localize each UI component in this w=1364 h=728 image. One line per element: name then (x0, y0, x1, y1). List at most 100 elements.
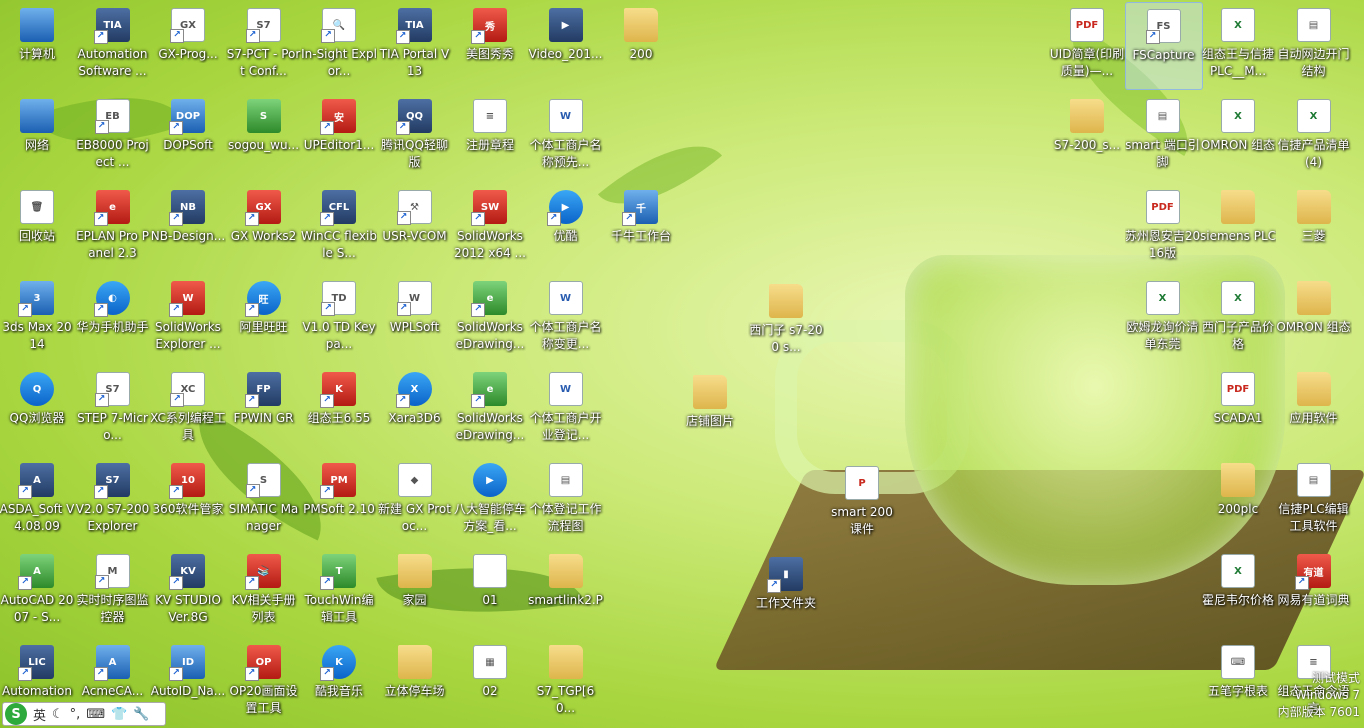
desktop-icon[interactable]: X 霍尼韦尔价格 (1200, 548, 1276, 634)
desktop-icon[interactable]: ◆ 新建 GX Protoc... (377, 457, 453, 543)
desktop-icon[interactable]: XC ↗ XC系列编程工具 (150, 366, 226, 452)
desktop-icon[interactable]: T ↗ TouchWin编辑工具 (301, 548, 377, 634)
desktop-icon[interactable]: M ↗ 实时时序图监控器 (75, 548, 151, 634)
desktop-icon[interactable]: Q QQ浏览器 (0, 366, 75, 452)
desktop-icon[interactable]: ◐ ↗ 华为手机助手 (75, 275, 151, 361)
desktop-icon[interactable]: K ↗ 组态王6.55 (301, 366, 377, 452)
desktop-icon[interactable]: X 信捷产品清单(4) (1276, 93, 1352, 179)
desktop-icon[interactable]: 网络 (0, 93, 75, 179)
desktop-icon[interactable]: CFL ↗ WinCC flexible S... (301, 184, 377, 270)
desktop-icon[interactable]: NB ↗ NB-Design... (150, 184, 226, 270)
desktop-icon[interactable]: PDF UID简章(印刷质量)—... (1049, 2, 1125, 88)
desktop-icon[interactable]: QQ ↗ 腾讯QQ轻聊版 (377, 93, 453, 179)
desktop-icon[interactable]: SW ↗ SolidWorks 2012 x64 ... (452, 184, 528, 270)
desktop-icon[interactable]: W ↗ WPLSoft (377, 275, 453, 361)
desktop-icon[interactable]: OP ↗ OP20画面设置工具 (226, 639, 302, 725)
desktop-icon[interactable]: OMRON 组态 (1276, 275, 1352, 361)
desktop-icon[interactable]: 3 ↗ 3ds Max 2014 (0, 275, 75, 361)
desktop-icon[interactable]: S7-200_s... (1049, 93, 1125, 179)
desktop-icon[interactable]: S7_TGP[60... (528, 639, 604, 725)
desktop-icon[interactable]: 旺 ↗ 阿里旺旺 (226, 275, 302, 361)
desktop-icon[interactable]: W 个体工商户名称变更... (528, 275, 604, 361)
desktop-icon[interactable]: e ↗ SolidWorks eDrawing... (452, 366, 528, 452)
desktop-icon[interactable]: 200plc (1200, 457, 1276, 543)
shortcut-arrow-icon: ↗ (395, 30, 410, 44)
ime-toolbar[interactable]: S 英 ☾ °, ⌨ 👕 🔧 (2, 702, 166, 726)
desktop-icon[interactable]: ⚒ ↗ USR-VCOM (377, 184, 453, 270)
ime-keyboard-icon[interactable]: ⌨ (86, 707, 105, 722)
desktop-icon[interactable]: ⌨ 五笔字根表 (1200, 639, 1276, 725)
desktop-icon[interactable]: Ssogou_wu... (226, 93, 302, 179)
desktop-icon[interactable]: EB ↗ EB8000 Project ... (75, 93, 151, 179)
desktop-icon[interactable]: 🔍 ↗ In-Sight Explor... (301, 2, 377, 88)
desktop-icon[interactable]: S7 ↗ STEP 7-Micro... (75, 366, 151, 452)
desktop-icon[interactable]: 10 ↗ 360软件管家 (150, 457, 226, 543)
desktop-icon[interactable]: ▶ ↗ 优酷 (528, 184, 604, 270)
ime-punctuation-icon[interactable]: °, (70, 707, 81, 722)
desktop-icon[interactable]: PDF SCADA1 (1200, 366, 1276, 452)
desktop-icon[interactable]: 三菱 (1276, 184, 1352, 270)
sogou-ime-icon[interactable]: S (5, 703, 27, 725)
desktop-icon[interactable]: ▶ 八大智能停车方案_看... (452, 457, 528, 543)
desktop-icon[interactable]: e ↗ SolidWorks eDrawing... (452, 275, 528, 361)
desktop-icon[interactable]: S ↗ SIMATIC Manager (226, 457, 302, 543)
desktop-icon[interactable]: GX ↗ GX Works2 (226, 184, 302, 270)
desktop-icon[interactable]: 计算机 (0, 2, 75, 88)
desktop-icon[interactable]: smartlink2.P (528, 548, 604, 634)
desktop-icon[interactable]: ▤ 个体登记工作流程图 (528, 457, 604, 543)
desktop-icon[interactable]: Psmart 200 课件 (824, 460, 900, 546)
desktop-icon[interactable]: 家园 (377, 548, 453, 634)
desktop-icon-label: smart 端口引脚 (1125, 138, 1200, 169)
desktop-icon[interactable]: X OMRON 组态 (1200, 93, 1276, 179)
desktop-icon[interactable]: 秀 ↗ 美图秀秀 (452, 2, 528, 88)
desktop-icon[interactable]: 立体停车场 (377, 639, 453, 725)
desktop-icon[interactable]: 安 ↗ UPEditor1... (301, 93, 377, 179)
desktop-icon[interactable]: 千 ↗ 千牛工作台 (603, 184, 679, 270)
desktop-icon-label: 信捷产品清单(4) (1277, 138, 1350, 169)
desktop-icon[interactable]: TIA ↗ Automation Software ... (75, 2, 151, 88)
desktop-icon[interactable]: 有道 ↗ 网易有道词典 (1276, 548, 1352, 634)
desktop-icon[interactable]: ▶ Video_201... (528, 2, 604, 88)
desktop-icon[interactable]: W 个体工商户开业登记... (528, 366, 604, 452)
desktop-icon[interactable]: W ↗ SolidWorks Explorer ... (150, 275, 226, 361)
desktop-icon[interactable]: S7 ↗ V2.0 S7-200 Explorer (75, 457, 151, 543)
desktop-icon[interactable]: X 组态王与信捷PLC__M... (1200, 2, 1276, 88)
desktop-icon[interactable]: 📚 ↗ KV相关手册列表 (226, 548, 302, 634)
desktop-icon[interactable]: X 西门子产品价格 (1200, 275, 1276, 361)
desktop-icon[interactable]: W 个体工商户名称预先... (528, 93, 604, 179)
ime-moon-icon[interactable]: ☾ (52, 707, 64, 722)
desktop-icon[interactable]: FS ↗ FSCapture (1124, 2, 1203, 90)
desktop-icon[interactable]: GX ↗ GX-Prog... (150, 2, 226, 88)
desktop-icon[interactable]: PDF 苏州恩安吉2016版 (1125, 184, 1201, 270)
desktop-icon[interactable]: DOP ↗ DOPSoft (150, 93, 226, 179)
desktop-icon[interactable]: 🗑 回收站 (0, 184, 75, 270)
desktop-icon[interactable]: e ↗ EPLAN Pro Panel 2.3 (75, 184, 151, 270)
desktop-icon[interactable]: A ↗ AutoCAD 2007 - S... (0, 548, 75, 634)
desktop-icon[interactable]: 西门子 s7-200 s... (748, 278, 824, 364)
desktop-icon[interactable]: X ↗ Xara3D6 (377, 366, 453, 452)
desktop-icon[interactable]: ▦ 02 (452, 639, 528, 725)
desktop-icon[interactable]: FP ↗ FPWIN GR (226, 366, 302, 452)
desktop-icon[interactable]: ▤ 信捷PLC编辑工具软件 (1276, 457, 1352, 543)
desktop-icon[interactable]: ▤ 自动网边开门结构 (1276, 2, 1352, 88)
ime-skin-icon[interactable]: 👕 (111, 707, 127, 722)
ime-mode-toggle[interactable]: 英 (33, 705, 46, 724)
desktop-icon[interactable]: X 欧姆龙询价清单东莞 (1125, 275, 1201, 361)
desktop-icon[interactable]: 店铺图片 (672, 369, 748, 455)
desktop-icon[interactable]: 01 (452, 548, 528, 634)
desktop-icon[interactable]: S7 ↗ S7-PCT - Port Conf... (226, 2, 302, 88)
desktop-icon[interactable]: PM ↗ PMSoft 2.10 (301, 457, 377, 543)
desktop-icon[interactable]: KV ↗ KV STUDIO Ver.8G (150, 548, 226, 634)
desktop-icon[interactable]: ≡ 注册章程 (452, 93, 528, 179)
desktop-icon[interactable]: ▮ ↗ 工作文件夹 (748, 551, 824, 637)
ime-settings-icon[interactable]: 🔧 (133, 707, 149, 722)
desktop-icon[interactable]: 200 (603, 2, 679, 88)
desktop-icon[interactable]: siemens PLC (1200, 184, 1276, 270)
desktop-icon[interactable]: A ↗ ASDA_Soft V4.08.09 (0, 457, 75, 543)
desktop-icon[interactable]: K ↗ 酷我音乐 (301, 639, 377, 725)
desktop-icon[interactable]: TIA ↗ TIA Portal V13 (377, 2, 453, 88)
desktop-icon[interactable]: 应用软件 (1276, 366, 1352, 452)
desktop-icon[interactable]: ▤ smart 端口引脚 (1125, 93, 1201, 179)
desktop-icon-label: 360软件管家 (152, 502, 224, 516)
desktop-icon[interactable]: TD ↗ V1.0 TD Keypa... (301, 275, 377, 361)
